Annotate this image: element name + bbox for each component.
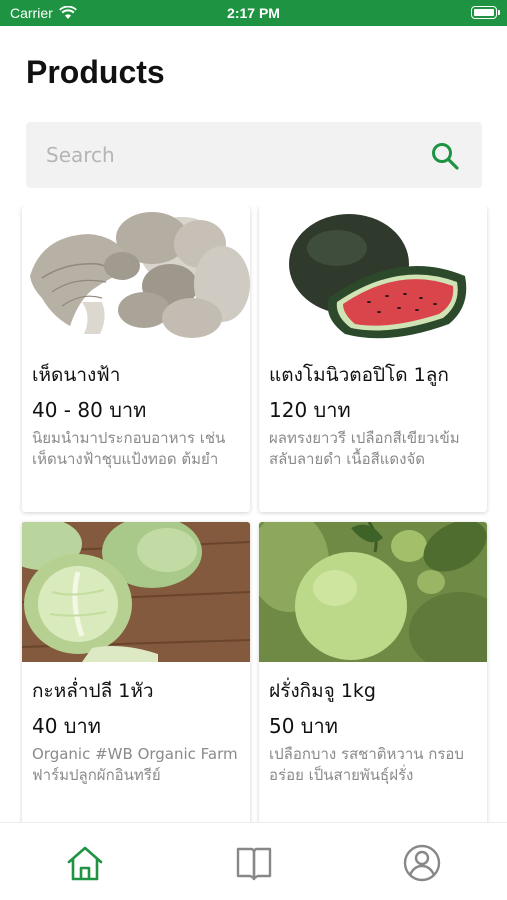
product-name: ฝรั่งกิมจู 1kg [269, 680, 376, 702]
product-price: 40 บาท [32, 714, 101, 738]
book-icon[interactable] [234, 843, 274, 883]
search-icon[interactable] [430, 141, 460, 171]
page-title: Products [26, 54, 165, 90]
product-card-cabbage[interactable]: กะหล่ำปลี 1หัว 40 บาท Organic #WB Organi… [22, 522, 250, 822]
product-card-mushroom[interactable]: เห็ดนางฟ้า 40 - 80 บาท นิยมนำมาประกอบอาห… [22, 206, 250, 512]
product-card-guava[interactable]: ฝรั่งกิมจู 1kg 50 บาท เปลือกบาง รสชาติหว… [259, 522, 487, 822]
cabbage-image [22, 522, 250, 662]
status-time: 2:17 PM [227, 5, 280, 21]
status-bar: Carrier 2:17 PM [0, 0, 507, 26]
guava-image [259, 522, 487, 662]
status-right [471, 6, 500, 19]
product-card-watermelon[interactable]: แตงโมนิวตอปิโด 1ลูก 120 บาท ผลทรงยาวรี เ… [259, 206, 487, 512]
product-name: กะหล่ำปลี 1หัว [32, 680, 154, 702]
product-description: ผลทรงยาวรี เปลือกสีเขียวเข้มสลับลายดำ เน… [269, 429, 460, 468]
watermelon-image [259, 206, 487, 346]
battery-icon [471, 6, 500, 19]
product-name: เห็ดนางฟ้า [32, 364, 121, 386]
home-icon[interactable] [65, 843, 105, 883]
product-grid: เห็ดนางฟ้า 40 - 80 บาท นิยมนำมาประกอบอาห… [0, 206, 507, 822]
profile-icon[interactable] [402, 843, 442, 883]
product-description: เปลือกบาง รสชาติหวาน กรอบอร่อย เป็นสายพั… [269, 745, 464, 784]
product-description: นิยมนำมาประกอบอาหาร เช่น เห็ดนางฟ้าชุบแป… [32, 429, 226, 468]
product-name: แตงโมนิวตอปิโด 1ลูก [269, 364, 449, 386]
tab-bar [0, 822, 507, 900]
product-price: 50 บาท [269, 714, 338, 738]
search-input[interactable] [46, 122, 406, 188]
product-price: 120 บาท [269, 398, 351, 422]
product-price: 40 - 80 บาท [32, 398, 147, 422]
product-description: Organic #WB Organic Farm ฟาร์มปลูกผักอิน… [32, 745, 238, 784]
oyster-mushroom-image [22, 206, 250, 346]
search-bar [26, 122, 482, 188]
